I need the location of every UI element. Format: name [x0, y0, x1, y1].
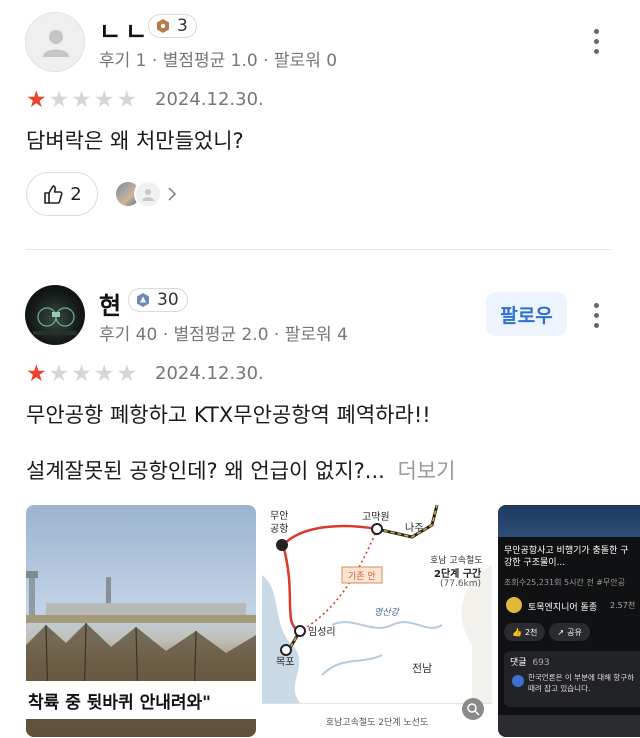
level-value: 3 — [177, 16, 188, 36]
channel-subs: 2.57천 — [610, 601, 636, 610]
reviewer-stats: 후기 1 · 별점평균 1.0 · 팔로워 0 — [99, 51, 338, 71]
reaction-avatars[interactable] — [114, 180, 184, 208]
video-title-line: 강한 구조물이... — [504, 558, 566, 568]
photo-caption-text: 착륙 중 뒷바퀴 안내려와" — [28, 692, 212, 713]
reviewer-avatar[interactable] — [25, 285, 85, 345]
map-label: 기존 안 — [348, 572, 376, 582]
star-rating: ★ ★ ★ ★ ★ — [26, 363, 137, 386]
like-count: 2 — [70, 183, 82, 205]
map-label: 공항 — [270, 524, 289, 535]
star-icon: ★ — [71, 87, 92, 113]
review-photo[interactable]: 무안공항사고 비행기가 충돌한 구 강한 구조물이... 조회수25,231회 … — [498, 505, 640, 737]
thumbs-up-icon: 👍 — [512, 627, 522, 637]
map-label: 임성리 — [308, 627, 336, 638]
dashboard-photo — [33, 307, 77, 335]
video-actions: 👍 2천 ↗ 공유 — [504, 623, 590, 641]
review-photo[interactable]: 착륙 중 뒷바퀴 안내려와" — [26, 505, 256, 737]
map-label: 2단계 구간 — [434, 569, 482, 580]
photo-caption: 착륙 중 뒷바퀴 안내려와" — [26, 681, 256, 719]
star-icon: ★ — [93, 87, 115, 113]
comment-line: 한국언론은 이 부분에 대해 항구하 — [528, 673, 635, 682]
comments-panel: 댓글 693 한국언론은 이 부분에 대해 항구하 때려 잡고 있습니다. — [504, 651, 640, 707]
channel-name: 토목엔지니어 돌종 — [528, 603, 598, 613]
review-divider — [26, 249, 612, 250]
map-caption-bar: 호남고속철도 2단계 노선도 — [262, 703, 492, 737]
read-more-link[interactable]: 더보기 — [398, 459, 456, 483]
map-label: 고막원 — [362, 512, 390, 523]
level-badge: 3 — [148, 14, 197, 38]
video-like-button[interactable]: 👍 2천 — [504, 623, 546, 641]
map-label: 영산강 — [374, 608, 399, 618]
comments-count: 693 — [532, 658, 550, 668]
zoom-button[interactable] — [462, 698, 484, 720]
review-text-line2: 설계잘못된 공항인데? 왜 언급이 없지?... 더보기 — [26, 455, 455, 485]
comments-label: 댓글 — [510, 658, 527, 668]
review-date: 2024.12.30. — [155, 89, 264, 110]
map-label: 목포 — [276, 657, 295, 668]
star-icon: ★ — [116, 87, 138, 113]
review-photo[interactable]: 무안 공항 고막원 나주 호남 고속철도 2단계 구간 (77.6km) 기존 … — [262, 505, 492, 737]
star-rating: ★ ★ ★ ★ ★ — [26, 89, 137, 112]
star-icon: ★ — [48, 361, 70, 387]
star-icon: ★ — [116, 361, 138, 387]
video-title-line: 무안공항사고 비행기가 충돌한 구 — [504, 546, 629, 556]
comments-header: 댓글 693 — [510, 655, 550, 668]
default-user-icon — [43, 30, 69, 57]
map-caption: 호남고속철도 2단계 노선도 — [325, 717, 429, 728]
star-icon: ★ — [48, 87, 70, 113]
share-icon: ↗ — [557, 627, 565, 637]
level-badge: 30 — [128, 288, 188, 312]
video-meta: 조회수25,231회 5시간 전 #무안공 — [504, 578, 626, 587]
star-icon: ★ — [26, 361, 47, 387]
like-button[interactable]: 2 — [26, 172, 98, 216]
review-text-content: 설계잘못된 공항인데? 왜 언급이 없지?... — [26, 459, 385, 483]
more-options-icon[interactable] — [594, 303, 602, 333]
more-options-icon[interactable] — [594, 29, 602, 59]
comment-line: 때려 잡고 있습니다. — [528, 684, 591, 693]
thumbs-up-icon — [44, 185, 63, 204]
video-title: 무안공항사고 비행기가 충돌한 구 강한 구조물이... — [504, 545, 640, 569]
level-value: 30 — [157, 290, 179, 310]
level-icon — [137, 293, 149, 307]
star-icon: ★ — [71, 361, 92, 387]
video-share-label: 공유 — [567, 627, 582, 637]
video-share-button[interactable]: ↗ 공유 — [549, 623, 590, 641]
video-bottom-strip — [498, 715, 640, 737]
channel-avatar — [506, 597, 522, 613]
star-icon: ★ — [26, 87, 47, 113]
map-label: 나주 — [405, 523, 424, 534]
review-text-line1: 무안공항 폐항하고 KTX무안공항역 폐역하라!! — [26, 403, 431, 427]
map-label: (77.6km) — [440, 579, 482, 589]
video-like-count: 2천 — [524, 627, 538, 637]
reviewer-avatar[interactable] — [25, 12, 85, 72]
reviewer-stats: 후기 40 · 별점평균 2.0 · 팔로워 4 — [99, 325, 348, 345]
comment-text: 한국언론은 이 부분에 대해 항구하 때려 잡고 있습니다. — [528, 672, 634, 694]
zoom-icon — [467, 703, 480, 716]
level-icon — [157, 19, 169, 33]
commenter-avatar — [512, 675, 524, 687]
star-icon: ★ — [93, 361, 115, 387]
map-label: 전남 — [412, 662, 433, 675]
follow-button[interactable]: 팔로우 — [486, 292, 567, 336]
reviewer-name[interactable]: ㄴㄴ — [99, 12, 151, 47]
chevron-right-icon — [168, 187, 177, 201]
video-preview — [498, 505, 640, 537]
review-date: 2024.12.30. — [155, 363, 264, 384]
reviewer-name[interactable]: 현 — [99, 286, 121, 321]
reactor-avatar — [134, 180, 162, 208]
review-text: 담벼락은 왜 처만들었니? — [26, 129, 244, 153]
